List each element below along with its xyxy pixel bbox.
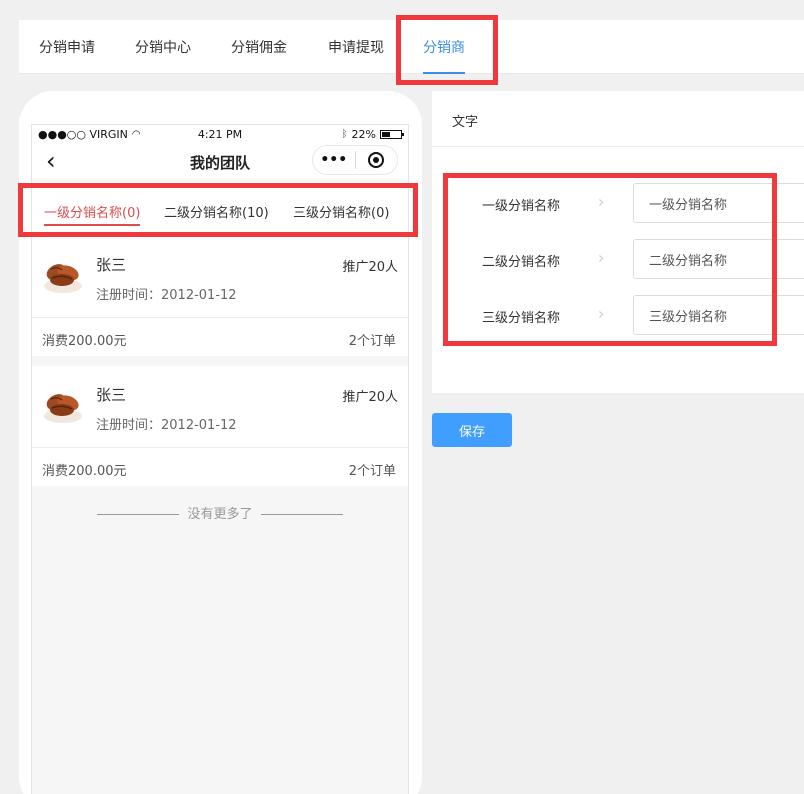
form-label: 二级分销名称 [482,255,561,270]
tab-fenxiaoshang-label: 分销商 [423,40,465,56]
level-tab-bar: 一级分销名称(0) 二级分销名称(10) 三级分销名称(0) [32,182,408,234]
chevron-right-icon: › [598,192,605,211]
battery-percent: 22% [351,128,376,141]
settings-panel: 文字 一级分销名称 › 二级分销名称 › 三级分销名称 › [432,91,804,393]
tab-fenxiao-yongjin[interactable]: 分销佣金 [231,20,287,74]
status-bar: ●●●○○ VIRGIN ◠ 4:21 PM ᛒ 22% [32,125,408,145]
tab-level-1-label: 一级分销名称(0) [44,206,141,221]
save-button[interactable]: 保存 [432,413,512,447]
chevron-right-icon: › [598,304,605,323]
close-target-icon[interactable] [356,152,398,168]
member-reg-time: 注册时间：2012-01-12 [96,288,237,303]
tab-level-3[interactable]: 三级分销名称(0) [293,202,389,221]
member-orders: 2个订单 [348,334,396,349]
member-promo-count: 推广20人 [342,390,398,405]
level-tab-underline [44,224,141,226]
nav-bar: ‹ 我的团队 ••• [32,145,408,179]
chevron-right-icon: › [598,248,605,267]
level-2-name-input[interactable] [633,239,804,279]
level-3-name-input[interactable] [633,295,804,335]
no-more-text: 没有更多了 [187,507,253,522]
active-tab-underline [423,72,465,74]
member-card[interactable]: 张三 推广20人 注册时间：2012-01-12 消费200.00元 2个订单 [32,366,408,486]
member-card[interactable]: 张三 推广20人 注册时间：2012-01-12 消费200.00元 2个订单 [32,236,408,356]
divider-line [260,514,343,515]
top-tab-bar: 分销申请 分销中心 分销佣金 申请提现 分销商 [19,20,804,74]
mini-program-capsule: ••• [312,145,398,175]
tab-level-2[interactable]: 二级分销名称(10) [164,202,269,221]
tab-fenxiao-shenqing[interactable]: 分销申请 [39,20,95,74]
tab-shenqing-tixian[interactable]: 申请提现 [328,20,384,74]
form-row-level-3: 三级分销名称 › [432,295,804,335]
bluetooth-icon: ᛒ [341,129,348,140]
member-card-bottom: 消费200.00元 2个订单 [32,448,408,486]
pecan-avatar-icon [44,394,82,423]
pecan-avatar-icon [44,264,82,293]
member-card-bottom: 消费200.00元 2个订单 [32,318,408,356]
divider-line [97,514,180,515]
tab-level-1[interactable]: 一级分销名称(0) [44,202,141,226]
member-card-top: 张三 推广20人 注册时间：2012-01-12 [32,366,408,448]
phone-preview-frame: ●●●○○ VIRGIN ◠ 4:21 PM ᛒ 22% ‹ 我的团队 ••• 一级… [19,91,422,794]
member-promo-count: 推广20人 [342,260,398,275]
settings-header: 文字 [432,91,804,147]
tab-fenxiao-zhongxin[interactable]: 分销中心 [135,20,191,74]
member-spend: 消费200.00元 [42,334,127,349]
form-label: 三级分销名称 [482,311,561,326]
phone-screen: ●●●○○ VIRGIN ◠ 4:21 PM ᛒ 22% ‹ 我的团队 ••• 一级… [31,124,409,794]
member-orders: 2个订单 [348,464,396,479]
member-name: 张三 [96,256,127,274]
no-more-indicator: 没有更多了 [32,503,408,522]
member-reg-time: 注册时间：2012-01-12 [96,418,237,433]
battery-icon [380,130,404,139]
tab-fenxiaoshang[interactable]: 分销商 [423,20,465,74]
form-row-level-2: 二级分销名称 › [432,239,804,279]
more-dots-icon[interactable]: ••• [313,152,355,168]
member-spend: 消费200.00元 [42,464,127,479]
level-1-name-input[interactable] [633,183,804,223]
form-label: 一级分销名称 [482,199,561,214]
member-card-top: 张三 推广20人 注册时间：2012-01-12 [32,236,408,318]
member-name: 张三 [96,386,127,404]
form-row-level-1: 一级分销名称 › [432,183,804,223]
